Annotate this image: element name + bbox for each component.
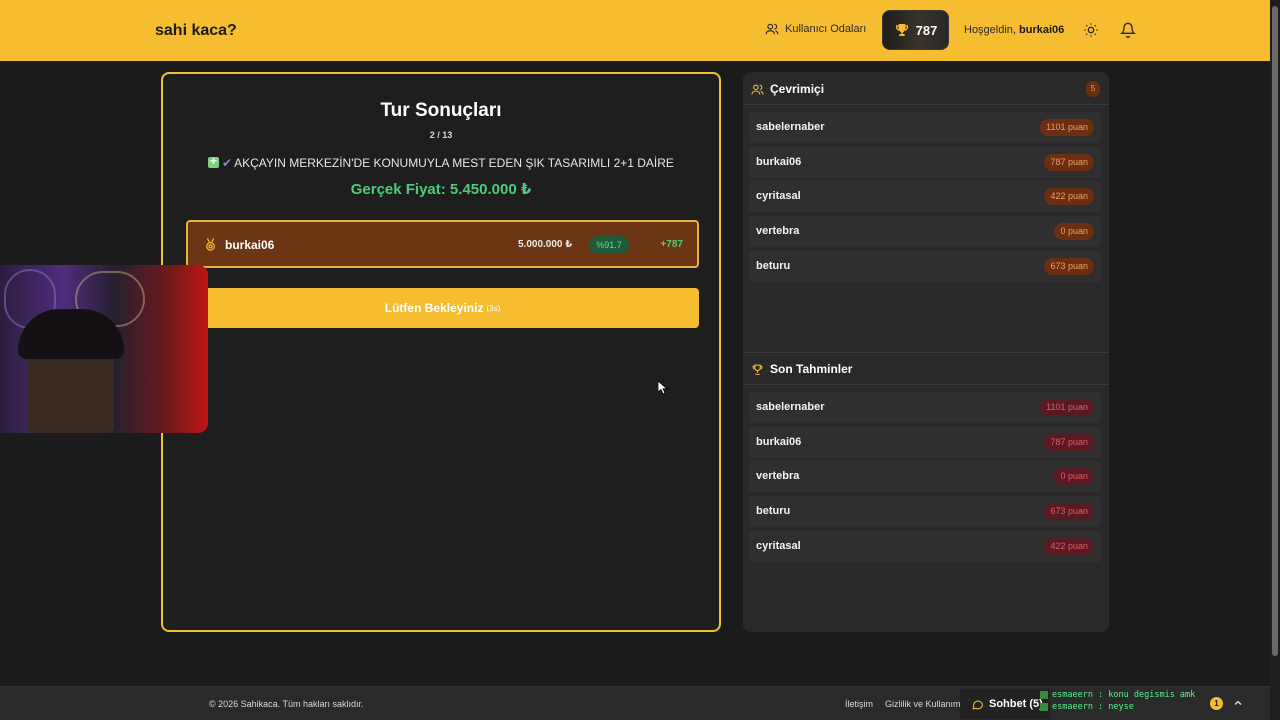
brand-logo[interactable]: sahi kaca? [155, 22, 237, 40]
player-name: cyritasal [756, 190, 801, 203]
player-score-badge: 0 puan [1054, 223, 1094, 241]
user-rooms-label: Kullanıcı Odaları [785, 23, 867, 35]
recent-guesses-list: sabelernaber 1101 puan burkai06 787 puan v… [749, 392, 1101, 565]
mouse-cursor-icon [658, 381, 668, 395]
please-wait-button[interactable]: Lütfen Bekleyiniz (3s) [186, 288, 699, 328]
countdown-label: (3s) [486, 303, 501, 313]
online-count-badge: 5 [1086, 81, 1100, 97]
player-name: cyritasal [756, 539, 801, 552]
users-icon [765, 23, 779, 35]
online-player-list: sabelernaber 1101 puan burkai06 787 puan c… [749, 112, 1101, 285]
online-player-row[interactable]: beturu 673 puan [749, 250, 1101, 282]
player-score-badge: 1101 puan [1040, 119, 1094, 136]
side-panel: Çevrimiçi 5 sabelernaber 1101 puan burkai… [743, 72, 1109, 632]
notification-count-badge[interactable]: 1 [1210, 697, 1223, 710]
player-name: sabelernaber [756, 121, 825, 133]
player-name: burkai06 [756, 435, 802, 448]
recent-guess-row[interactable]: beturu 673 puan [749, 496, 1101, 528]
accuracy-badge: %91.7 [589, 236, 629, 254]
player-name: beturu [756, 505, 791, 518]
bell-icon[interactable] [1120, 22, 1136, 38]
footer: © 2026 Sahikaca. Tüm hakları saklıdır. İ… [0, 686, 1270, 720]
player-name: beturu [756, 259, 791, 272]
webcam-overlay [0, 265, 208, 433]
recent-guess-row[interactable]: cyritasal 422 puan [749, 530, 1101, 562]
chat-user-icon [1040, 691, 1048, 699]
divider [743, 104, 1109, 105]
divider [743, 384, 1109, 385]
plus-emoji-icon [208, 154, 220, 168]
user-rooms-link[interactable]: Kullanıcı Odaları [765, 22, 866, 36]
trophy-icon [895, 24, 908, 36]
player-name: vertebra [756, 470, 800, 483]
trophy-icon [752, 364, 763, 375]
player-name: sabelernaber [756, 401, 825, 413]
player-score-badge: 787 puan [1044, 433, 1094, 451]
chevron-up-icon[interactable] [1232, 697, 1244, 709]
online-header: Çevrimiçi [751, 82, 824, 96]
chat-user-icon [1040, 703, 1048, 711]
chat-label: Sohbet (5) [989, 698, 1043, 710]
recent-guesses-title: Son Tahminler [770, 362, 853, 376]
player-score-badge: 787 puan [1044, 153, 1094, 171]
round-title: Tur Sonuçları [380, 100, 502, 121]
real-price: Gerçek Fiyat: 5.450.000 ₺ [350, 181, 532, 198]
scrollbar-thumb[interactable] [1272, 6, 1278, 656]
medal-icon [206, 237, 215, 251]
score-pill[interactable]: 787 [882, 10, 949, 50]
please-wait-label: Lütfen Bekleyiniz [384, 301, 484, 315]
welcome-text: Hoşgeldin, burkai06 [964, 24, 1064, 36]
player-name: vertebra [756, 225, 800, 238]
player-score-badge: 422 puan [1044, 188, 1094, 206]
recent-guess-row[interactable]: sabelernaber 1101 puan [749, 392, 1101, 423]
round-progress: 2 / 13 [429, 130, 453, 140]
chat-line: esmaeern : neyse [1052, 702, 1134, 712]
round-results-card: Tur Sonuçları 2 / 13 ✔AKÇAYIN MERKEZİN'D… [161, 72, 721, 632]
recent-guess-row[interactable]: burkai06 787 puan [749, 426, 1101, 458]
check-emoji-icon: ✔ [222, 156, 233, 170]
player-score-badge: 673 puan [1044, 503, 1094, 521]
player-score-badge: 673 puan [1044, 257, 1094, 275]
contact-link[interactable]: İletişim [845, 699, 873, 709]
online-title: Çevrimiçi [770, 82, 825, 96]
player-score-badge: 0 puan [1054, 468, 1094, 486]
result-player-name: burkai06 [225, 238, 275, 252]
listing-title: ✔AKÇAYIN MERKEZİN'DE KONUMUYLA MEST EDEN… [163, 154, 719, 170]
chat-bubble-icon [972, 700, 983, 710]
online-player-row[interactable]: cyritasal 422 puan [749, 181, 1101, 213]
recent-guess-row[interactable]: vertebra 0 puan [749, 461, 1101, 493]
online-player-row[interactable]: sabelernaber 1101 puan [749, 112, 1101, 143]
result-points: +787 [660, 239, 683, 250]
online-player-row[interactable]: burkai06 787 puan [749, 146, 1101, 178]
player-score-badge: 422 puan [1044, 537, 1094, 555]
chat-line: esmaeern : konu degismis amk [1052, 690, 1196, 700]
divider [743, 352, 1109, 353]
users-icon [751, 84, 764, 94]
chat-button[interactable]: Sohbet (5) [960, 689, 1050, 719]
listing-title-text: AKÇAYIN MERKEZİN'DE KONUMUYLA MEST EDEN … [234, 156, 674, 170]
recent-guesses-header: Son Tahminler [751, 362, 852, 376]
privacy-link[interactable]: Gizlilik ve Kullanım [885, 699, 961, 709]
copyright-text: © 2026 Sahikaca. Tüm hakları saklıdır. [209, 699, 364, 709]
stream-chat-overlay: esmaeern : konu degismis amk esmaeern : … [1040, 689, 1195, 713]
page-scrollbar[interactable] [1270, 0, 1280, 720]
player-name: burkai06 [756, 155, 802, 168]
player-score-badge: 1101 puan [1040, 399, 1094, 416]
sun-icon[interactable] [1083, 22, 1099, 38]
result-guess: 5.000.000 ₺ [518, 239, 573, 250]
result-row: burkai06 5.000.000 ₺ %91.7 +787 [186, 220, 699, 268]
top-header: sahi kaca? Kullanıcı Odaları 787 Hoşgeld… [0, 0, 1270, 61]
welcome-username: burkai06 [1019, 24, 1065, 36]
welcome-prefix: Hoşgeldin, [964, 24, 1016, 36]
score-value: 787 [915, 22, 938, 38]
online-player-row[interactable]: vertebra 0 puan [749, 216, 1101, 248]
